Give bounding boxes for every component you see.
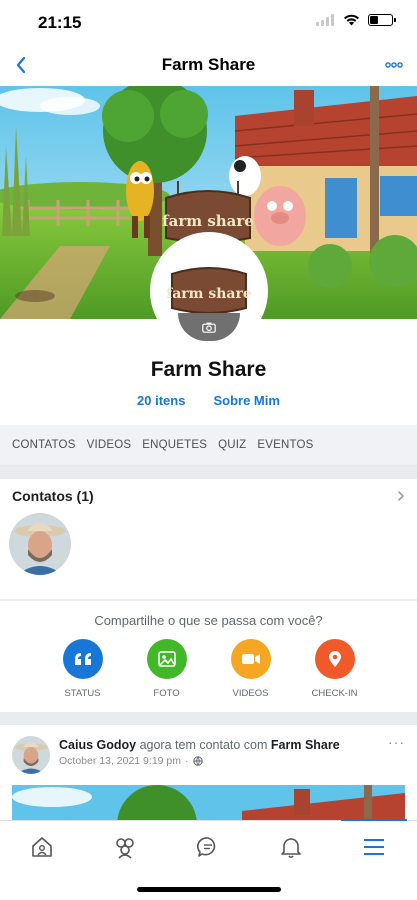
quote-icon (74, 653, 91, 665)
share-actions: STATUS FOTO VIDEOS CHECK-IN (0, 639, 417, 699)
chevron-right-icon[interactable] (397, 490, 405, 502)
videos-action[interactable]: VIDEOS (220, 639, 282, 699)
contacts-title[interactable]: Contatos (1) (12, 488, 94, 504)
tab-notifications[interactable] (271, 829, 311, 865)
about-link[interactable]: Sobre Mim (213, 393, 279, 408)
tab-home[interactable] (22, 829, 62, 865)
active-tab-indicator (341, 819, 407, 821)
post-image[interactable] (12, 785, 405, 820)
tab-friends[interactable] (105, 829, 145, 865)
status-button[interactable] (62, 639, 103, 679)
wifi-icon (344, 14, 359, 26)
home-icon (32, 837, 52, 857)
post-meta-separator: · (185, 755, 189, 767)
photo-button[interactable] (146, 639, 187, 679)
section-divider (0, 465, 417, 479)
signal-icon (316, 14, 335, 26)
contacts-section: Contatos (1) (0, 479, 417, 599)
status-time: 21:15 (38, 13, 82, 32)
checkin-button[interactable] (314, 639, 355, 679)
tab-enquetes[interactable]: ENQUETES (142, 439, 207, 451)
contact-photo (9, 513, 71, 575)
globe-icon (192, 756, 203, 766)
section-divider (0, 712, 417, 725)
checkin-label: CHECK-IN (311, 688, 358, 699)
status-bar: 21:15 (0, 0, 417, 44)
page-title: Farm Share (161, 55, 256, 74)
tab-videos[interactable]: VIDEOS (87, 439, 132, 451)
chat-icon (197, 837, 216, 857)
menu-icon (364, 839, 384, 855)
tab-contatos[interactable]: CONTATOS (12, 439, 76, 451)
feed-post: Caius Godoy agora tem contato com Farm S… (0, 725, 417, 820)
profile-name: Farm Share (150, 358, 267, 381)
tab-messages[interactable] (188, 829, 228, 865)
post-target-name[interactable]: Farm Share (271, 738, 340, 752)
photo-label: FOTO (153, 688, 180, 699)
contact-avatar[interactable] (9, 513, 71, 575)
battery-icon (368, 14, 396, 26)
post-author-photo (12, 736, 50, 774)
profile-tabs: CONTATOS VIDEOS ENQUETES QUIZ EVENTOS (0, 425, 417, 465)
post-cover-thumbnail (12, 785, 405, 820)
post-author-name[interactable]: Caius Godoy (59, 738, 136, 752)
tab-eventos[interactable]: EVENTOS (257, 439, 313, 451)
photo-icon (157, 651, 176, 667)
share-prompt[interactable]: Compartilhe o que se passa com você? (0, 613, 417, 628)
post-headline: Caius Godoy agora tem contato com Farm S… (59, 738, 340, 752)
profile-logo-text: farm share (166, 286, 252, 302)
videos-button[interactable] (230, 639, 271, 679)
post-meta: October 13, 2021 9:19 pm · (59, 755, 203, 767)
status-icons (316, 14, 396, 26)
post-action-text: agora tem contato com (139, 738, 268, 752)
status-action[interactable]: STATUS (52, 639, 114, 699)
tab-quiz[interactable]: QUIZ (218, 439, 246, 451)
friends-icon (116, 838, 134, 859)
home-indicator[interactable] (137, 887, 281, 892)
videos-label: VIDEOS (232, 688, 269, 699)
camera-icon (202, 322, 216, 333)
navigation-bar: Farm Share (0, 44, 417, 86)
photo-action[interactable]: FOTO (136, 639, 198, 699)
post-timestamp: October 13, 2021 9:19 pm (59, 755, 181, 767)
checkin-action[interactable]: CHECK-IN (304, 639, 366, 699)
video-camera-icon (241, 654, 260, 664)
profile-links: 20 itens Sobre Mim (0, 393, 417, 408)
tab-menu[interactable] (354, 829, 394, 865)
status-label: STATUS (64, 688, 101, 699)
bell-icon (281, 838, 301, 859)
battery-level (370, 16, 379, 24)
post-author-avatar[interactable] (12, 736, 50, 774)
more-dots-icon (385, 62, 403, 68)
cover-sign-text: farm share (162, 212, 254, 230)
share-section: Compartilhe o que se passa com você? STA… (0, 601, 417, 712)
more-options-button[interactable] (381, 52, 407, 78)
map-pin-icon (328, 651, 341, 667)
items-link[interactable]: 20 itens (137, 393, 185, 408)
post-more-button[interactable]: ··· (388, 734, 405, 750)
